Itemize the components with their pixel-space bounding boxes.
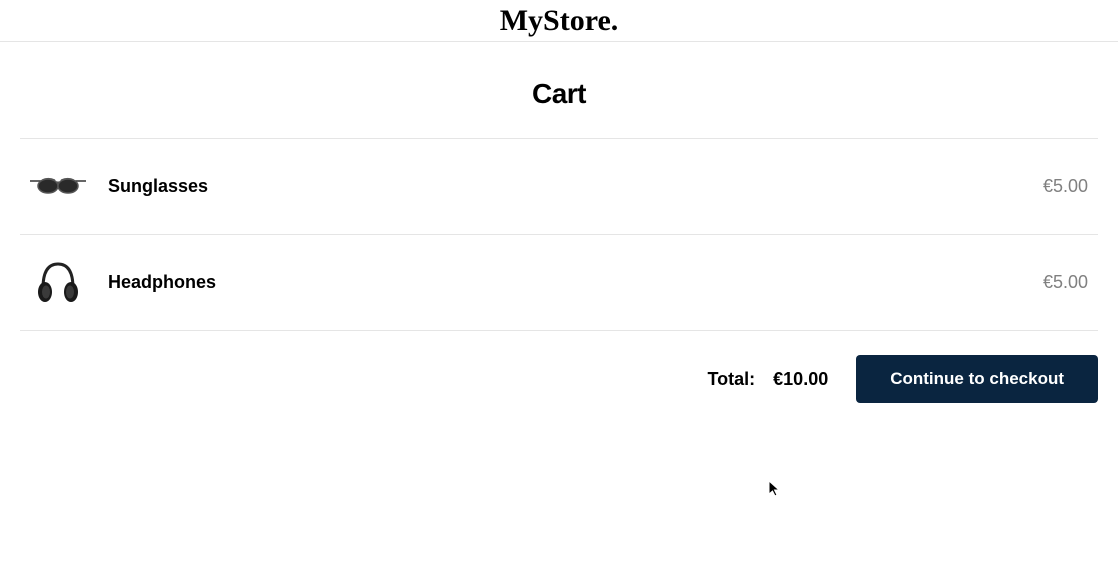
cart-total: Total: €10.00 (708, 369, 829, 390)
cart-footer: Total: €10.00 Continue to checkout (20, 355, 1098, 403)
cart-item-row: Headphones €5.00 (20, 235, 1098, 331)
cart-container: Cart Sunglasses €5.00 (0, 78, 1118, 403)
product-name: Headphones (108, 272, 1043, 293)
store-logo[interactable]: MyStore. (500, 6, 619, 36)
cart-item-row: Sunglasses €5.00 (20, 139, 1098, 235)
page-title: Cart (20, 78, 1098, 110)
cursor-icon (768, 480, 782, 503)
product-price: €5.00 (1043, 272, 1092, 293)
product-name: Sunglasses (108, 176, 1043, 197)
sunglasses-icon (26, 155, 90, 219)
headphones-icon (26, 251, 90, 315)
total-label: Total: (708, 369, 756, 390)
cart-items-list: Sunglasses €5.00 Headphones €5.00 (20, 138, 1098, 331)
continue-to-checkout-button[interactable]: Continue to checkout (856, 355, 1098, 403)
total-value: €10.00 (773, 369, 828, 390)
product-price: €5.00 (1043, 176, 1092, 197)
header: MyStore. (0, 0, 1118, 42)
